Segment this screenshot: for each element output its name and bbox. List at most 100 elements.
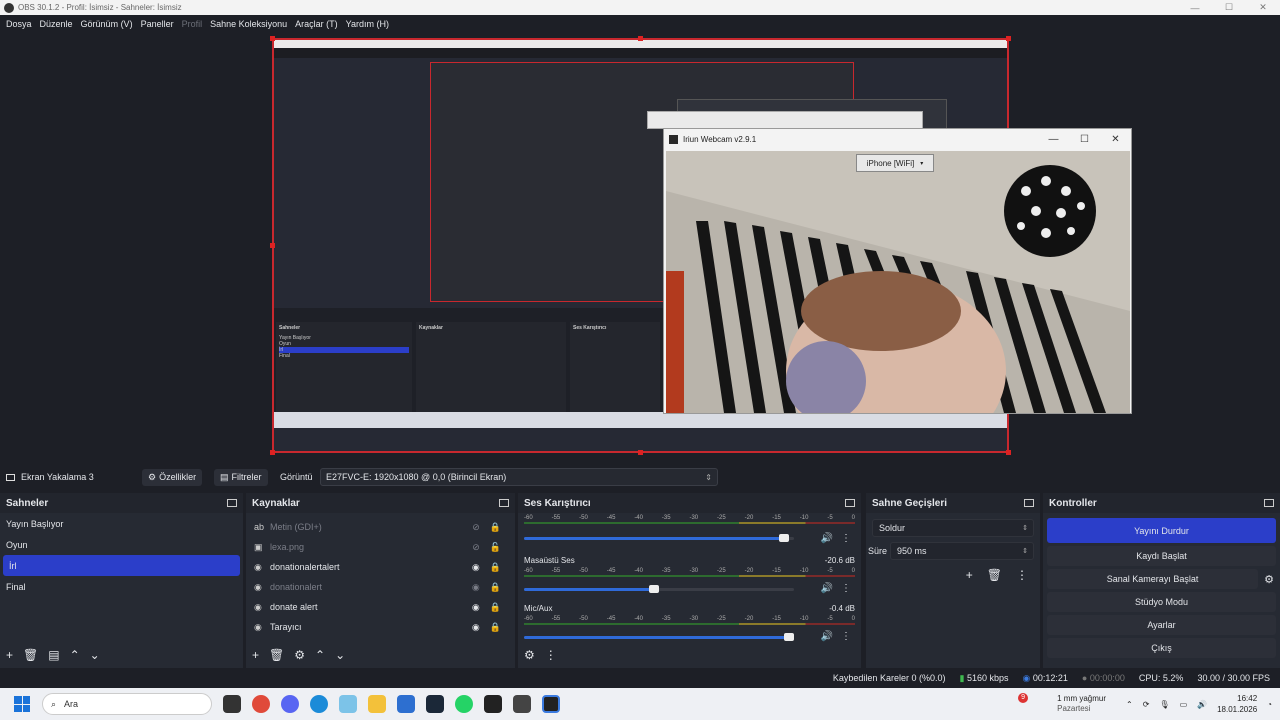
weather-widget[interactable]: 9 1 mm yağmur Pazartesi — [1018, 693, 1106, 714]
lock-icon[interactable]: 🔒 — [490, 622, 501, 633]
undock-icon[interactable] — [499, 499, 509, 507]
whatsapp-icon[interactable] — [455, 695, 473, 713]
app-icon[interactable] — [484, 695, 502, 713]
volume-icon[interactable]: 🔊 — [1197, 700, 1207, 709]
resize-handle[interactable] — [270, 243, 275, 248]
speaker-icon[interactable]: 🔊 — [821, 583, 833, 594]
obs-icon[interactable] — [542, 695, 560, 713]
resize-handle[interactable] — [638, 36, 643, 41]
resize-handle[interactable] — [270, 450, 275, 455]
source-item[interactable]: ▣ lexa.png ⊘ 🔓 — [246, 537, 515, 557]
resize-handle[interactable] — [270, 36, 275, 41]
minimize-button[interactable]: — — [1178, 0, 1212, 15]
filters-button[interactable]: ▤ Filtreler — [214, 468, 268, 486]
display-select[interactable]: E27FVC-E: 1920x1080 @ 0,0 (Birincil Ekra… — [320, 468, 718, 486]
more-icon[interactable]: ⋮ — [841, 583, 851, 594]
scene-item[interactable]: Oyun — [0, 534, 243, 555]
move-up-icon[interactable]: ⌃ — [70, 648, 80, 662]
webcam-window[interactable]: Iriun Webcam v2.9.1 — ☐ ✕ iPhone [WiFi] … — [663, 128, 1132, 414]
undock-icon[interactable] — [1024, 499, 1034, 507]
source-item[interactable]: ◉ donationalert ◉ 🔒 — [246, 577, 515, 597]
volume-knob[interactable] — [778, 534, 789, 542]
clock[interactable]: 16:42 18.01.2026 — [1217, 693, 1257, 715]
start-recording-button[interactable]: Kaydı Başlat — [1047, 546, 1276, 566]
remove-transition-icon[interactable]: 🗑 — [987, 568, 1002, 582]
duration-input[interactable]: 950 ms ⇕ — [890, 542, 1034, 560]
source-item[interactable]: ◉ donate alert ◉ 🔒 — [246, 597, 515, 617]
notification-icon[interactable]: ◔ — [1267, 700, 1272, 709]
eye-off-icon[interactable]: ⊘ — [472, 522, 480, 533]
start-virtual-cam-button[interactable]: Sanal Kamerayı Başlat — [1047, 569, 1259, 589]
scene-item[interactable]: Yayın Başlıyor — [0, 513, 243, 534]
settings-button[interactable]: Ayarlar — [1047, 615, 1276, 635]
eye-off-icon[interactable]: ⊘ — [472, 542, 480, 553]
source-properties-icon[interactable]: ⚙ — [294, 648, 305, 662]
add-source-icon[interactable]: + — [252, 648, 259, 662]
unlock-icon[interactable]: 🔓 — [490, 542, 501, 553]
webcam-minimize-button[interactable]: — — [1038, 129, 1069, 149]
add-scene-icon[interactable]: + — [6, 648, 13, 662]
undock-icon[interactable] — [227, 499, 237, 507]
network-icon[interactable]: ▭ — [1180, 700, 1188, 709]
properties-button[interactable]: ⚙ Özellikler — [142, 468, 203, 486]
add-transition-icon[interactable]: + — [966, 568, 973, 582]
undock-icon[interactable] — [845, 499, 855, 507]
move-down-icon[interactable]: ⌄ — [335, 648, 345, 662]
volume-slider[interactable] — [524, 534, 794, 542]
app-icon[interactable] — [513, 695, 531, 713]
webcam-maximize-button[interactable]: ☐ — [1069, 129, 1100, 149]
more-icon[interactable]: ⋮ — [841, 631, 851, 642]
lock-icon[interactable]: 🔒 — [490, 562, 501, 573]
lock-icon[interactable]: 🔒 — [490, 602, 501, 613]
discord-icon[interactable] — [281, 695, 299, 713]
studio-mode-button[interactable]: Stüdyo Modu — [1047, 592, 1276, 612]
file-explorer-icon[interactable] — [368, 695, 386, 713]
volume-slider[interactable] — [524, 633, 794, 641]
scene-item[interactable]: Final — [0, 576, 243, 597]
device-select[interactable]: iPhone [WiFi] ▾ — [856, 154, 934, 172]
source-item[interactable]: ◉ Tarayıcı ◉ 🔒 — [246, 617, 515, 637]
lock-icon[interactable]: 🔒 — [490, 582, 501, 593]
taskbar-search[interactable]: ⌕ Ara — [42, 693, 212, 715]
move-down-icon[interactable]: ⌄ — [90, 648, 100, 662]
mic-icon[interactable]: 🎙 — [1159, 700, 1169, 709]
copilot-icon[interactable] — [339, 695, 357, 713]
chevron-up-icon[interactable]: ⌃ — [1126, 700, 1133, 709]
maximize-button[interactable]: ☐ — [1212, 0, 1246, 15]
speaker-icon[interactable]: 🔊 — [821, 631, 833, 642]
outlook-icon[interactable] — [397, 695, 415, 713]
resize-handle[interactable] — [638, 450, 643, 455]
webcam-close-button[interactable]: ✕ — [1100, 129, 1131, 149]
menu-help[interactable]: Yardım (H) — [346, 19, 389, 29]
more-icon[interactable]: ⋮ — [1016, 568, 1028, 582]
menu-view[interactable]: Görünüm (V) — [81, 19, 133, 29]
move-up-icon[interactable]: ⌃ — [315, 648, 325, 662]
scene-item-selected[interactable]: İrl — [3, 555, 240, 576]
menu-docks[interactable]: Paneller — [141, 19, 174, 29]
close-button[interactable]: ✕ — [1246, 0, 1280, 15]
windows-start-icon[interactable] — [14, 696, 30, 712]
undock-icon[interactable] — [1264, 499, 1274, 507]
task-view-icon[interactable] — [223, 695, 241, 713]
volume-slider[interactable] — [524, 585, 794, 593]
virtual-cam-settings-icon[interactable]: ⚙ — [1264, 573, 1274, 586]
eye-icon[interactable]: ◉ — [472, 622, 480, 633]
remove-scene-icon[interactable]: 🗑 — [23, 648, 38, 662]
sync-icon[interactable]: ⟳ — [1143, 700, 1150, 709]
more-icon[interactable]: ⋮ — [841, 533, 851, 544]
source-item[interactable]: ◉ donationalertalert ◉ 🔒 — [246, 557, 515, 577]
eye-icon[interactable]: ◉ — [472, 562, 480, 573]
stop-stream-button[interactable]: Yayını Durdur — [1047, 518, 1276, 543]
eye-icon[interactable]: ◉ — [472, 582, 480, 593]
steam-icon[interactable] — [426, 695, 444, 713]
menu-scene-collection[interactable]: Sahne Koleksiyonu — [210, 19, 287, 29]
menu-edit[interactable]: Düzenle — [40, 19, 73, 29]
exit-button[interactable]: Çıkış — [1047, 638, 1276, 658]
more-icon[interactable]: ⋮ — [545, 648, 557, 662]
advanced-audio-icon[interactable]: ⚙ — [524, 648, 535, 662]
menu-tools[interactable]: Araçlar (T) — [295, 19, 338, 29]
resize-handle[interactable] — [1006, 450, 1011, 455]
menu-profile[interactable]: Profil — [182, 19, 203, 29]
source-item[interactable]: ab Metin (GDI+) ⊘ 🔒 — [246, 517, 515, 537]
speaker-icon[interactable]: 🔊 — [821, 533, 833, 544]
